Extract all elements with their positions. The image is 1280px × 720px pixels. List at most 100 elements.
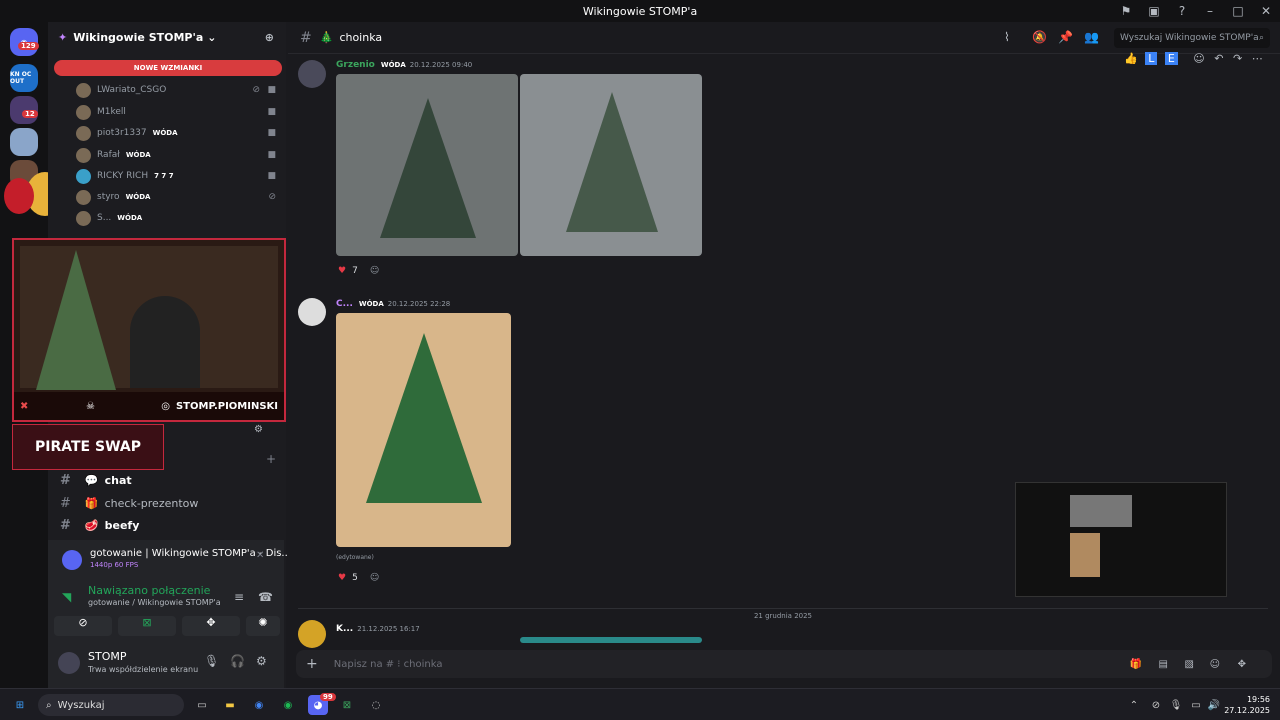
voice-user[interactable]: styro WÓDA ⊘ bbox=[76, 187, 276, 207]
volume-icon[interactable]: 🔊 bbox=[1204, 695, 1224, 715]
minimize-button[interactable]: – bbox=[1196, 0, 1224, 22]
unread-badge: 129 bbox=[18, 42, 39, 50]
sticker-icon[interactable]: ▧ bbox=[1185, 659, 1194, 670]
role-tag: WÓDA bbox=[358, 300, 384, 308]
voice-user[interactable]: Rafał WÓDA ■ bbox=[76, 145, 276, 165]
system-clock[interactable]: 19:56 27.12.2025 bbox=[1224, 694, 1270, 716]
role-tag: WÓDA bbox=[117, 214, 143, 222]
hash-icon: # bbox=[60, 517, 71, 533]
camera-off-button[interactable]: ⊘ bbox=[54, 616, 112, 636]
channel-label: check-prezentow bbox=[104, 496, 199, 510]
preview-image bbox=[1070, 495, 1132, 527]
taskbar-search[interactable]: ⌕ Wyszukaj bbox=[38, 694, 184, 716]
more-icon[interactable]: ⋯ bbox=[1252, 52, 1263, 65]
apps-icon[interactable]: ✥ bbox=[1238, 659, 1246, 670]
disconnect-icon[interactable]: ☎ bbox=[258, 590, 273, 604]
avatar[interactable] bbox=[298, 620, 326, 648]
task-view-icon[interactable]: ▭ bbox=[192, 695, 212, 715]
maximize-button[interactable]: □ bbox=[1224, 0, 1252, 22]
server-icon[interactable] bbox=[10, 128, 38, 156]
avatar bbox=[76, 210, 91, 226]
streamer-silhouette bbox=[130, 296, 200, 388]
channel-item-beefy[interactable]: # 🥩 beefy bbox=[60, 515, 280, 535]
settings-icon[interactable]: ⚙ bbox=[256, 654, 267, 668]
avatar[interactable] bbox=[298, 60, 326, 88]
chrome-icon[interactable]: ◉ bbox=[249, 695, 269, 715]
message-author[interactable]: K... 21.12.2025 16:17 bbox=[336, 624, 420, 634]
voice-user[interactable]: M1kell ■ bbox=[76, 102, 276, 122]
add-member-icon[interactable]: ⊕ bbox=[265, 31, 274, 44]
forward-icon[interactable]: ↷ bbox=[1233, 52, 1242, 65]
channel-settings-icon[interactable]: ⚙ bbox=[254, 424, 263, 435]
new-mentions-button[interactable]: NOWE WZMIANKI bbox=[54, 60, 282, 76]
emoji-icon[interactable]: ☺ bbox=[1210, 659, 1220, 670]
soundboard-icon[interactable]: ≡ bbox=[234, 590, 244, 604]
thumbs-up-icon[interactable]: 👍 bbox=[1124, 52, 1138, 65]
members-icon[interactable]: 👥 bbox=[1084, 30, 1099, 44]
mic-icon[interactable]: 🎙 bbox=[204, 654, 219, 668]
obs-icon[interactable]: ◌ bbox=[366, 695, 386, 715]
add-reaction-icon[interactable]: ☺ bbox=[1193, 52, 1204, 65]
windows-start-icon[interactable]: ⊞ bbox=[10, 695, 30, 715]
voice-user-name: Rafał bbox=[97, 150, 120, 160]
chat-area: # 🎄 choinka ⌇ 🔕 📌 👥 Wyszukaj Wikingowie … bbox=[288, 22, 1280, 688]
message-input[interactable]: + Napisz na # ⁝ choinka 🎁 ▤ ▧ ☺ ✥ bbox=[296, 650, 1272, 678]
spotify-icon[interactable]: ◉ bbox=[278, 695, 298, 715]
discord-icon bbox=[62, 550, 82, 570]
activities-button[interactable]: ✥ bbox=[182, 616, 240, 636]
threads-icon[interactable]: ⌇ bbox=[1004, 30, 1010, 44]
screen-share-button[interactable]: ⊠ bbox=[118, 616, 176, 636]
heart-reaction[interactable]: ♥ 5 ☺ bbox=[338, 569, 379, 587]
close-stream-icon[interactable]: ✕ bbox=[256, 550, 264, 561]
search-input[interactable]: Wyszukaj Wikingowie STOMP'a ⌕ bbox=[1114, 28, 1270, 48]
display-icon[interactable]: ▭ bbox=[1186, 695, 1206, 715]
voice-user[interactable]: RICKY RICH 7 7 7 ■ bbox=[76, 166, 276, 186]
voice-user[interactable]: S... WÓDA bbox=[76, 208, 276, 228]
heart-reaction[interactable]: ♥ 7 ☺ bbox=[338, 262, 379, 280]
screen-icon[interactable]: ▣ bbox=[1140, 0, 1168, 22]
inbox-icon[interactable]: ⚑ bbox=[1112, 0, 1140, 22]
screen-share-preview[interactable] bbox=[1015, 482, 1227, 597]
message-author[interactable]: Grzenio WÓDA 20.12.2025 09:40 bbox=[336, 60, 472, 70]
tray-chevron-icon[interactable]: ⌃ bbox=[1124, 695, 1144, 715]
help-icon[interactable]: ? bbox=[1168, 0, 1196, 22]
add-reaction-icon[interactable]: ☺ bbox=[370, 573, 379, 583]
attachment-image[interactable] bbox=[520, 74, 702, 256]
avatar bbox=[76, 82, 91, 98]
attach-icon[interactable]: + bbox=[306, 656, 318, 672]
add-channel-icon[interactable]: + bbox=[266, 452, 276, 466]
l-reaction-icon[interactable]: L bbox=[1145, 52, 1158, 65]
notifications-icon[interactable]: 🔕 bbox=[1032, 30, 1047, 44]
pin-icon[interactable]: 📌 bbox=[1058, 30, 1073, 44]
user-name: STOMP bbox=[88, 650, 127, 663]
balloon-icon bbox=[4, 178, 34, 214]
attachment-image[interactable] bbox=[520, 637, 702, 643]
soundboard-button[interactable]: ✺ bbox=[246, 616, 280, 636]
add-reaction-icon[interactable]: ☺ bbox=[370, 266, 379, 276]
voice-user[interactable]: LWariato_CSGO ⊘ ■ bbox=[76, 80, 276, 100]
file-explorer-icon[interactable]: ▬ bbox=[220, 695, 240, 715]
voice-user[interactable]: piot3r1337 WÓDA ■ bbox=[76, 123, 276, 143]
gift-icon[interactable]: 🎁 bbox=[1130, 659, 1142, 670]
user-avatar[interactable] bbox=[58, 652, 80, 674]
network-icon[interactable]: ⊘ bbox=[1146, 695, 1166, 715]
e-reaction-icon[interactable]: E bbox=[1164, 52, 1178, 65]
gif-icon[interactable]: ▤ bbox=[1159, 659, 1168, 670]
avatar[interactable] bbox=[298, 298, 326, 326]
reply-icon[interactable]: ↶ bbox=[1214, 52, 1223, 65]
channel-item-check-prezentow[interactable]: # 🎁 check-prezentow bbox=[60, 493, 280, 513]
logo-icon: ✖ bbox=[20, 400, 29, 412]
close-button[interactable]: ✕ bbox=[1252, 0, 1280, 22]
muted-icon: ⊘ bbox=[268, 192, 276, 202]
channel-header: # 🎄 choinka ⌇ 🔕 📌 👥 Wyszukaj Wikingowie … bbox=[288, 22, 1280, 54]
headphones-icon[interactable]: 🎧 bbox=[230, 654, 245, 668]
guild-header[interactable]: ✦ Wikingowie STOMP'a ⌄ ⊕ bbox=[48, 22, 286, 52]
xbox-icon[interactable]: ⊠ bbox=[337, 695, 357, 715]
message-author[interactable]: C... WÓDA 20.12.2025 22:28 bbox=[336, 299, 450, 309]
attachment-image[interactable] bbox=[336, 313, 511, 547]
author-name: C... bbox=[336, 299, 353, 309]
mic-icon[interactable]: 🎙 bbox=[1166, 695, 1186, 715]
channel-item-chat[interactable]: # 💬 chat bbox=[60, 470, 280, 490]
server-icon[interactable]: KN OC OUT bbox=[10, 64, 38, 92]
attachment-image[interactable] bbox=[336, 74, 518, 256]
